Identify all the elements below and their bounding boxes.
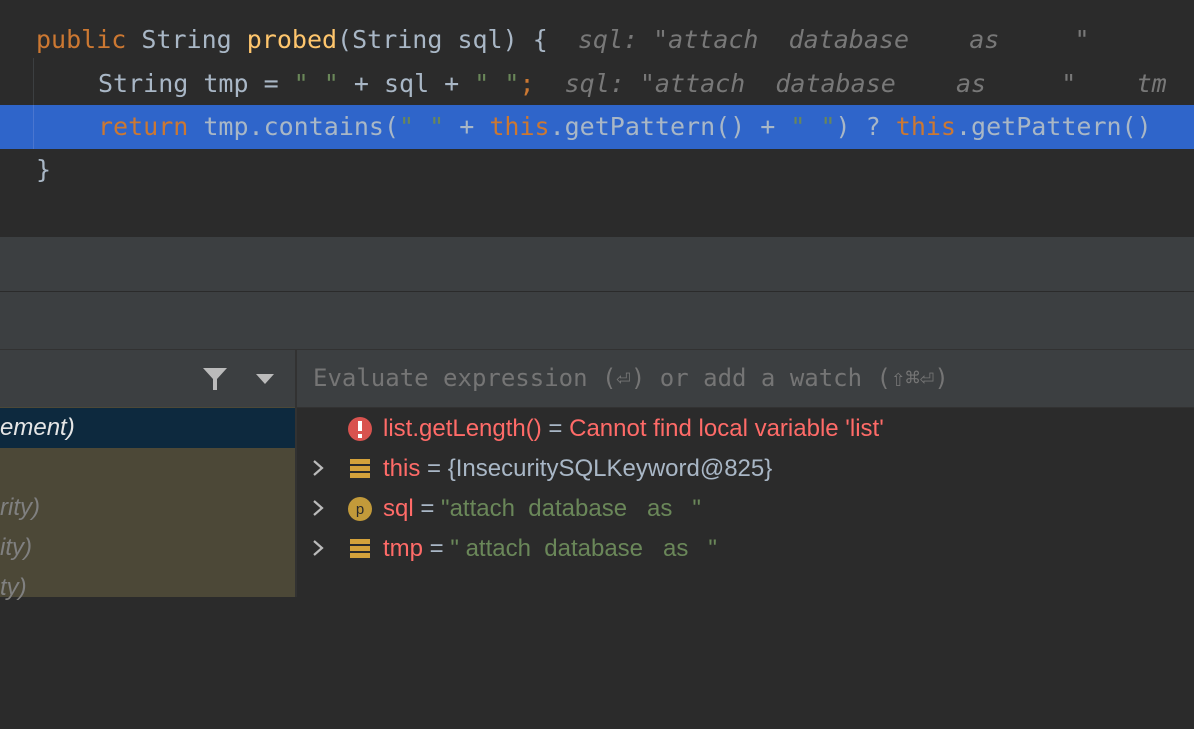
variable-row-tmp[interactable]: tmp = " attach database as " xyxy=(297,529,1194,569)
code-text: tmp.contains( xyxy=(188,112,400,141)
chevron-right-icon[interactable] xyxy=(311,457,325,479)
frame-item[interactable] xyxy=(0,448,295,488)
keyword-this: this xyxy=(895,112,956,141)
string-literal: " " xyxy=(293,69,339,98)
equals-sign: = xyxy=(541,415,570,442)
variable-value: Cannot find local variable 'list' xyxy=(569,415,884,442)
keyword-return: return xyxy=(98,112,189,141)
filter-icon[interactable] xyxy=(202,366,228,392)
inline-value-hint: sql: "attach database as " xyxy=(547,25,1090,54)
variable-row-this[interactable]: this = {InsecuritySQLKeyword@825} xyxy=(297,449,1194,489)
variable-name: list.getLength() xyxy=(383,415,542,442)
frame-item[interactable]: rity) xyxy=(0,488,295,528)
method-name: probed xyxy=(246,25,338,54)
debug-tool-window-header xyxy=(0,237,1194,291)
code-line-4[interactable]: } xyxy=(0,148,1194,192)
svg-text:p: p xyxy=(356,501,364,518)
equals-sign: = xyxy=(420,455,448,482)
field-icon xyxy=(350,459,370,478)
return-type: String xyxy=(126,25,247,54)
code-text: .getPattern() + xyxy=(549,112,791,141)
variable-value: {InsecuritySQLKeyword@825} xyxy=(447,455,773,482)
frames-panel: ement) rity) ity) ty) xyxy=(0,350,295,601)
code-text: + xyxy=(444,112,490,141)
keyword-public: public xyxy=(36,25,127,54)
semicolon: ; xyxy=(519,69,535,98)
variable-name: sql xyxy=(383,495,414,522)
code-text: ) ? xyxy=(835,112,896,141)
equals-sign: = xyxy=(413,495,442,522)
code-text: .getPattern() xyxy=(955,112,1152,141)
variable-value: " attach database as " xyxy=(450,535,717,562)
indent-guide xyxy=(33,105,34,149)
variable-name: this xyxy=(383,455,421,482)
code-line-3-execution-point[interactable]: return tmp.contains(" " + this.getPatter… xyxy=(0,105,1194,149)
variable-row-sql[interactable]: p sql = "attach database as " xyxy=(297,489,1194,529)
frame-item[interactable]: ty) xyxy=(0,568,295,608)
method-params: (String sql) { xyxy=(337,25,548,54)
keyword-this: this xyxy=(489,112,550,141)
code-editor[interactable]: public String probed(String sql) { sql: … xyxy=(0,0,1194,237)
frames-toolbar xyxy=(0,350,295,407)
variables-panel: list.getLength() = Cannot find local var… xyxy=(297,350,1194,597)
inline-value-hint: sql: "attach database as " tm xyxy=(534,69,1167,98)
error-icon xyxy=(348,417,372,441)
field-icon xyxy=(350,539,370,558)
frame-item-selected[interactable]: ement) xyxy=(0,408,295,448)
chevron-down-icon[interactable] xyxy=(256,374,274,384)
code-line-1[interactable]: public String probed(String sql) { sql: … xyxy=(0,18,1194,62)
parameter-icon: p xyxy=(348,497,372,521)
evaluate-expression-input[interactable] xyxy=(313,350,1173,407)
variable-value: "attach database as " xyxy=(441,495,701,522)
code-line-2[interactable]: String tmp = " " + sql + " "; sql: "atta… xyxy=(0,62,1194,106)
code-text: String tmp = xyxy=(98,69,294,98)
closing-brace: } xyxy=(36,155,52,184)
string-literal: " " xyxy=(790,112,836,141)
frame-item[interactable]: ity) xyxy=(0,528,295,568)
debug-toolbar xyxy=(0,292,1194,350)
string-literal: " " xyxy=(474,69,520,98)
variable-row-list-getlength[interactable]: list.getLength() = Cannot find local var… xyxy=(297,409,1194,449)
chevron-right-icon[interactable] xyxy=(311,537,325,559)
equals-sign: = xyxy=(423,535,451,562)
string-literal: " " xyxy=(399,112,445,141)
chevron-right-icon[interactable] xyxy=(311,497,325,519)
evaluate-expression-bar xyxy=(297,350,1194,408)
code-text: + sql + xyxy=(338,69,475,98)
variable-name: tmp xyxy=(383,535,424,562)
